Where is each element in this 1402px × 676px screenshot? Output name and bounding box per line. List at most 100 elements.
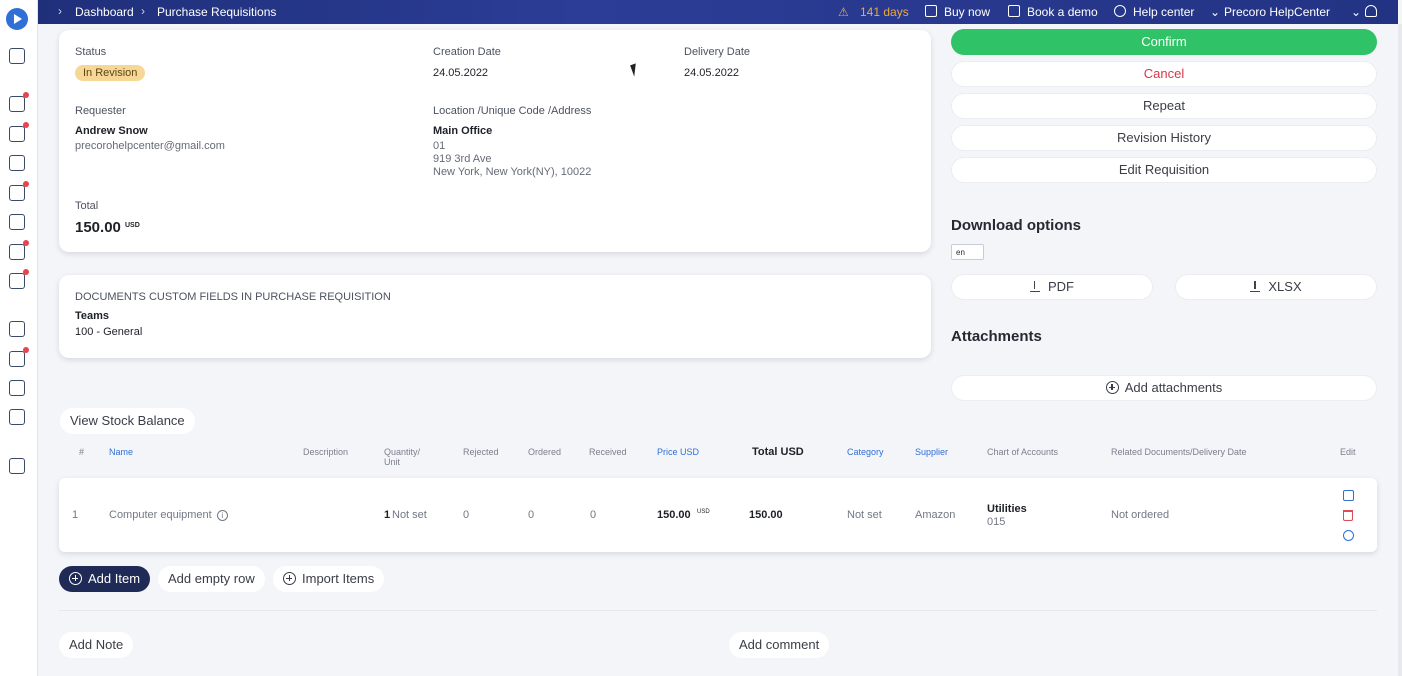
buy-now-link[interactable]: Buy now bbox=[944, 5, 990, 19]
row-category[interactable]: Not set bbox=[847, 509, 882, 521]
add-attachments-button[interactable]: Add attachments bbox=[951, 375, 1377, 401]
inventory-icon[interactable] bbox=[9, 347, 29, 367]
view-stock-balance-button[interactable]: View Stock Balance bbox=[60, 408, 195, 434]
scrollbar[interactable] bbox=[1398, 24, 1402, 676]
download-icon bbox=[1250, 281, 1261, 292]
trial-days[interactable]: 141 days bbox=[860, 5, 909, 19]
custom-field-value: 100 - General bbox=[75, 326, 143, 338]
download-icon bbox=[1030, 281, 1040, 292]
breadcrumb-purchase-requisitions[interactable]: Purchase Requisitions bbox=[157, 5, 276, 19]
total-label: Total bbox=[75, 200, 99, 212]
col-number: # bbox=[79, 447, 85, 457]
help-icon bbox=[1114, 5, 1126, 17]
row-received: 0 bbox=[590, 509, 597, 521]
col-description: Description bbox=[303, 447, 349, 457]
calendar-icon bbox=[1008, 5, 1020, 17]
delivery-truck-icon[interactable] bbox=[9, 409, 25, 425]
procurement-icon[interactable] bbox=[9, 92, 29, 112]
download-pdf-button[interactable]: PDF bbox=[951, 274, 1153, 300]
creation-date-label: Creation Date bbox=[433, 46, 501, 58]
status-label: Status bbox=[75, 46, 107, 58]
location-label: Location /Unique Code /Address bbox=[433, 105, 592, 117]
col-chart-of-accounts: Chart of Accounts bbox=[987, 447, 1059, 457]
repeat-button[interactable]: Repeat bbox=[951, 93, 1377, 119]
download-options-title: Download options bbox=[951, 217, 1081, 234]
breadcrumb-dashboard[interactable]: Dashboard bbox=[75, 5, 134, 19]
user-icon[interactable] bbox=[1365, 5, 1377, 17]
col-name[interactable]: Name bbox=[109, 447, 133, 457]
row-supplier[interactable]: Amazon bbox=[915, 509, 955, 521]
col-supplier[interactable]: Supplier bbox=[915, 447, 948, 457]
revision-history-button[interactable]: Revision History bbox=[951, 125, 1377, 151]
row-name[interactable]: Computer equipment i bbox=[109, 509, 228, 521]
col-unit: Unit bbox=[384, 457, 401, 467]
chevron-down-icon[interactable]: ⌄ bbox=[1351, 5, 1361, 19]
chevron-right-icon: › bbox=[58, 4, 62, 18]
total-value: 150.00 bbox=[75, 219, 121, 236]
language-select[interactable]: en bbox=[951, 244, 984, 260]
col-rejected: Rejected bbox=[463, 447, 499, 457]
add-item-button[interactable]: Add Item bbox=[59, 566, 151, 592]
catalog-icon[interactable] bbox=[9, 321, 25, 337]
info-icon[interactable]: i bbox=[216, 510, 228, 521]
cancel-button[interactable]: Cancel bbox=[951, 61, 1377, 87]
col-category[interactable]: Category bbox=[847, 447, 884, 457]
table-row bbox=[59, 478, 1377, 552]
add-comment-button[interactable]: Add comment bbox=[729, 632, 830, 658]
col-related-documents: Related Documents/Delivery Date bbox=[1111, 447, 1247, 457]
payments-icon[interactable] bbox=[9, 269, 29, 289]
approvals-icon[interactable] bbox=[9, 181, 29, 201]
sidebar bbox=[0, 0, 38, 676]
location-city: New York, New York(NY), 10022 bbox=[433, 166, 592, 178]
delete-icon[interactable] bbox=[1343, 510, 1353, 521]
location-name: Main Office bbox=[433, 125, 493, 137]
orders-icon[interactable] bbox=[9, 155, 25, 171]
requester-email: precorohelpcenter@gmail.com bbox=[75, 140, 225, 152]
row-price: 150.00 bbox=[657, 509, 691, 521]
edit-requisition-button[interactable]: Edit Requisition bbox=[951, 157, 1377, 183]
add-circle-icon bbox=[69, 572, 82, 585]
top-bar: › Dashboard › Purchase Requisitions ⚠ 14… bbox=[38, 0, 1398, 24]
col-ordered: Ordered bbox=[528, 447, 562, 457]
analytics-icon[interactable] bbox=[9, 380, 25, 396]
confirm-button[interactable]: Confirm bbox=[951, 29, 1377, 55]
attachments-title: Attachments bbox=[951, 328, 1042, 345]
chevron-down-icon[interactable]: ⌄ bbox=[1210, 5, 1220, 19]
location-code: 01 bbox=[433, 140, 446, 152]
app-logo[interactable] bbox=[6, 8, 28, 30]
company-switcher[interactable]: Precoro HelpCenter bbox=[1224, 5, 1330, 19]
invoices-icon[interactable] bbox=[9, 214, 25, 230]
row-chart-code: 015 bbox=[987, 516, 1006, 528]
database-icon[interactable] bbox=[9, 458, 25, 474]
requisitions-icon[interactable] bbox=[9, 122, 29, 142]
add-empty-row-button[interactable]: Add empty row bbox=[158, 566, 265, 592]
col-price[interactable]: Price USD bbox=[657, 447, 699, 457]
location-street: 919 3rd Ave bbox=[433, 153, 492, 165]
xlsx-label: XLSX bbox=[1268, 279, 1302, 294]
add-note-button[interactable]: Add Note bbox=[59, 632, 134, 658]
status-badge: In Revision bbox=[75, 65, 146, 81]
help-center-link[interactable]: Help center bbox=[1133, 5, 1194, 19]
cart-icon bbox=[925, 5, 937, 17]
import-items-label: Import Items bbox=[302, 571, 375, 586]
edit-icon[interactable] bbox=[1343, 490, 1354, 501]
delivery-date-label: Delivery Date bbox=[684, 46, 751, 58]
custom-fields-card bbox=[59, 275, 931, 358]
creation-date-value: 24.05.2022 bbox=[433, 67, 489, 79]
total-currency: USD bbox=[125, 222, 140, 229]
home-icon[interactable] bbox=[9, 48, 25, 64]
add-circle-icon bbox=[283, 572, 296, 585]
book-demo-link[interactable]: Book a demo bbox=[1027, 5, 1098, 19]
col-received: Received bbox=[589, 447, 627, 457]
row-ordered: 0 bbox=[528, 509, 535, 521]
requester-name: Andrew Snow bbox=[75, 125, 148, 137]
row-price-currency: USD bbox=[697, 509, 710, 515]
delivery-date-value: 24.05.2022 bbox=[684, 67, 740, 79]
download-xlsx-button[interactable]: XLSX bbox=[1175, 274, 1377, 300]
chevron-right-icon: › bbox=[141, 4, 145, 18]
import-items-button[interactable]: Import Items bbox=[273, 566, 385, 592]
duplicate-icon[interactable] bbox=[1343, 530, 1354, 541]
row-quantity: 1 bbox=[384, 509, 391, 521]
receipts-icon[interactable] bbox=[9, 240, 29, 260]
col-edit: Edit bbox=[1340, 447, 1356, 457]
